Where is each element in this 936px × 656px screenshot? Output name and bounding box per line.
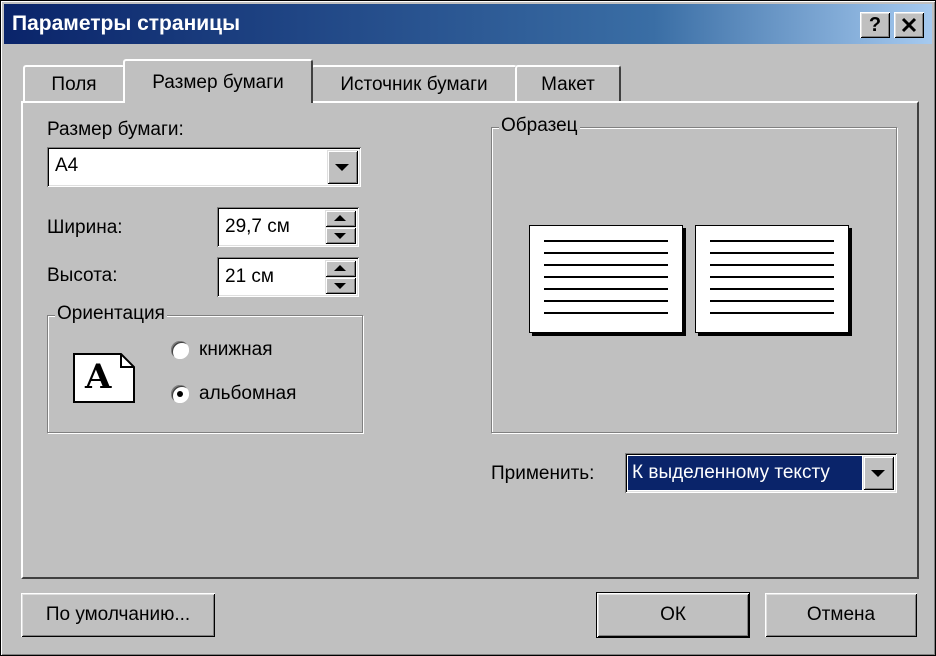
apply-selection-highlight: К выделенному тексту bbox=[628, 456, 862, 490]
landscape-page-icon: A bbox=[73, 353, 135, 403]
orientation-title: Ориентация bbox=[55, 303, 167, 325]
preview-page-left bbox=[529, 225, 683, 333]
paper-size-dropdown-button[interactable] bbox=[327, 150, 358, 184]
height-label: Высота: bbox=[47, 265, 118, 286]
title-bar[interactable]: Параметры страницы ? bbox=[4, 4, 932, 44]
paper-size-select[interactable]: A4 bbox=[47, 147, 361, 187]
cancel-button[interactable]: Отмена bbox=[765, 593, 917, 637]
portrait-label[interactable]: книжная bbox=[199, 339, 272, 361]
height-input[interactable]: 21 см bbox=[217, 257, 359, 297]
tab-label: Макет bbox=[541, 74, 595, 95]
apply-value: К выделенному тексту bbox=[632, 462, 830, 483]
landscape-radio[interactable] bbox=[171, 385, 189, 403]
chevron-down-icon bbox=[335, 164, 349, 171]
landscape-label[interactable]: альбомная bbox=[199, 383, 296, 405]
orientation-icon-letter: A bbox=[85, 357, 112, 397]
width-value: 29,7 см bbox=[225, 216, 290, 237]
tab-label: Размер бумаги bbox=[152, 72, 284, 93]
tab-paper-size[interactable]: Размер бумаги bbox=[123, 59, 313, 103]
arrow-down-icon bbox=[334, 233, 346, 239]
tab-layout[interactable]: Макет bbox=[515, 65, 621, 101]
preview-title: Образец bbox=[499, 115, 580, 137]
ok-button[interactable]: ОК bbox=[596, 592, 750, 638]
paper-size-label: Размер бумаги: bbox=[47, 119, 184, 140]
page-setup-dialog: Параметры страницы ? Поля Размер бумаги … bbox=[0, 0, 936, 656]
height-spin-down[interactable] bbox=[325, 277, 356, 294]
apply-select[interactable]: К выделенному тексту bbox=[625, 453, 897, 493]
arrow-up-icon bbox=[334, 265, 346, 271]
tab-label: Источник бумаги bbox=[340, 74, 488, 95]
apply-dropdown-button[interactable] bbox=[863, 456, 894, 490]
tab-paper-source[interactable]: Источник бумаги bbox=[311, 65, 517, 101]
height-spin-up[interactable] bbox=[325, 260, 356, 277]
width-label: Ширина: bbox=[47, 217, 123, 238]
width-spin-down[interactable] bbox=[325, 227, 356, 244]
default-button[interactable]: По умолчанию... bbox=[21, 593, 215, 637]
close-button[interactable] bbox=[894, 12, 924, 38]
window-title: Параметры страницы bbox=[12, 12, 241, 35]
tab-margins[interactable]: Поля bbox=[23, 65, 125, 101]
width-input[interactable]: 29,7 см bbox=[217, 207, 359, 247]
chevron-down-icon bbox=[871, 470, 885, 477]
preview-page-right bbox=[695, 225, 849, 333]
height-value: 21 см bbox=[225, 266, 274, 287]
tab-label: Поля bbox=[51, 74, 97, 95]
width-spin-up[interactable] bbox=[325, 210, 356, 227]
paper-size-value: A4 bbox=[55, 155, 79, 176]
close-icon bbox=[901, 17, 917, 33]
radio-selected-dot bbox=[177, 391, 183, 397]
arrow-down-icon bbox=[334, 283, 346, 289]
arrow-up-icon bbox=[334, 215, 346, 221]
apply-label: Применить: bbox=[491, 463, 595, 484]
portrait-radio[interactable] bbox=[171, 341, 189, 359]
help-button[interactable]: ? bbox=[860, 12, 890, 38]
